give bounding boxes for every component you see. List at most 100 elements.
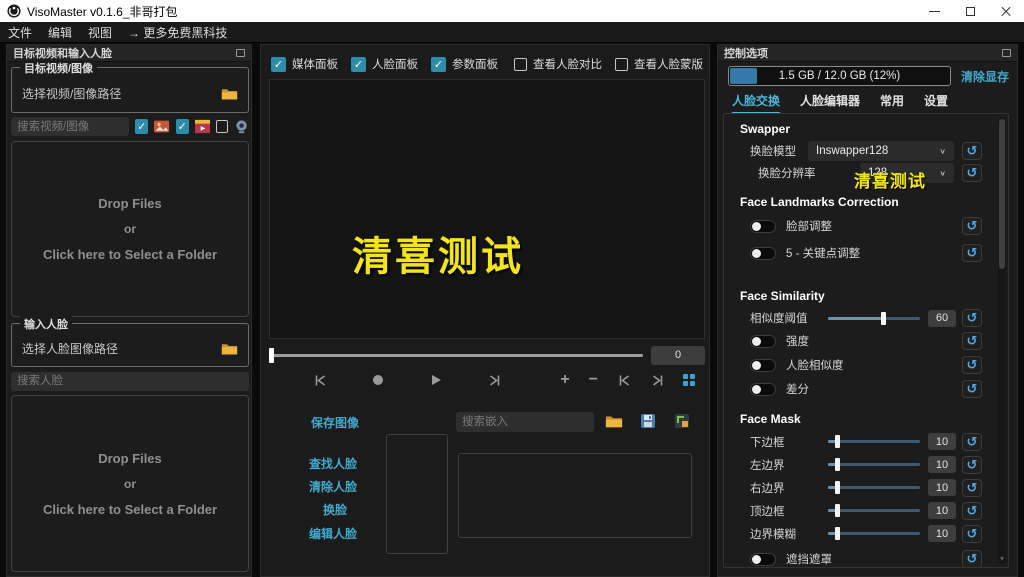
folder-icon[interactable]: [221, 86, 238, 101]
faces-panel-checkbox[interactable]: ✓ 人脸面板: [351, 56, 418, 72]
target-media-dropzone[interactable]: Drop Files or Click here to Select a Fol…: [11, 141, 249, 317]
reset-button[interactable]: ↺: [962, 142, 982, 160]
face-adjust-toggle[interactable]: [750, 220, 776, 233]
strength-toggle[interactable]: [750, 335, 776, 348]
prev-frame-button[interactable]: [617, 373, 631, 387]
swap-face-button[interactable]: 换脸: [323, 501, 347, 518]
tab-common[interactable]: 常用: [880, 92, 904, 114]
reset-button[interactable]: ↺: [962, 164, 982, 182]
face-similarity-row: 人脸相似度 ↺: [740, 354, 982, 376]
slider-handle[interactable]: [881, 312, 886, 325]
clear-vram-button[interactable]: 清除显存: [961, 68, 1009, 85]
swap-model-select[interactable]: Inswapper128 ∨: [808, 141, 954, 161]
mask-section-title: Face Mask: [740, 412, 982, 426]
images-filter-checkbox[interactable]: ✓: [135, 119, 148, 134]
reset-button[interactable]: ↺: [962, 502, 982, 520]
occlusion-mask-toggle[interactable]: [750, 553, 776, 566]
settings-scrollbar[interactable]: [998, 117, 1006, 564]
slider-handle[interactable]: [835, 481, 840, 494]
similarity-threshold-value[interactable]: 60: [928, 310, 956, 327]
mask-top-slider[interactable]: [828, 509, 920, 512]
mask-top-value[interactable]: 10: [928, 502, 956, 519]
reset-button[interactable]: ↺: [962, 332, 982, 350]
mask-left-slider[interactable]: [828, 463, 920, 466]
reset-button[interactable]: ↺: [962, 217, 982, 235]
menu-edit[interactable]: 编辑: [40, 24, 80, 41]
menu-file[interactable]: 文件: [0, 24, 40, 41]
minimize-button[interactable]: [916, 0, 952, 22]
differencing-toggle[interactable]: [750, 383, 776, 396]
next-frame-button[interactable]: [650, 373, 664, 387]
zoom-in-button[interactable]: +: [560, 373, 569, 387]
params-panel-checkbox[interactable]: ✓ 参数面板: [431, 56, 498, 72]
reset-button[interactable]: ↺: [962, 433, 982, 451]
checkbox-icon: [514, 58, 527, 71]
slider-handle[interactable]: [835, 435, 840, 448]
skip-start-button[interactable]: [313, 373, 327, 387]
videos-filter-checkbox[interactable]: ✓: [176, 119, 189, 134]
tab-face-swap[interactable]: 人脸交换: [732, 92, 780, 114]
frame-number-box[interactable]: 0: [651, 346, 705, 365]
mask-bottom-value[interactable]: 10: [928, 433, 956, 450]
swapper-section-title: Swapper: [740, 122, 982, 136]
tab-settings[interactable]: 设置: [924, 92, 948, 114]
find-faces-button[interactable]: 查找人脸: [309, 455, 357, 472]
float-panel-icon[interactable]: [236, 49, 245, 57]
reset-button[interactable]: ↺: [962, 550, 982, 568]
play-button[interactable]: [429, 373, 443, 387]
media-panel-checkbox[interactable]: ✓ 媒体面板: [271, 56, 338, 72]
mask-right-slider[interactable]: [828, 486, 920, 489]
reset-button[interactable]: ↺: [962, 456, 982, 474]
timeline-slider[interactable]: [269, 354, 643, 357]
edit-faces-button[interactable]: 编辑人脸: [309, 525, 357, 542]
skip-end-button[interactable]: [487, 373, 501, 387]
similarity-threshold-slider[interactable]: [828, 317, 920, 320]
clear-faces-button[interactable]: 清除人脸: [309, 478, 357, 495]
target-input-panel: 目标视频和输入人脸 目标视频/图像 选择视频/图像路径 ✓ ✓: [6, 44, 252, 577]
tab-face-editor[interactable]: 人脸编辑器: [800, 92, 860, 114]
reset-button[interactable]: ↺: [962, 356, 982, 374]
scrollbar-thumb[interactable]: [999, 119, 1005, 269]
webcam-filter-checkbox[interactable]: [216, 120, 228, 133]
save-embeddings-icon[interactable]: [640, 413, 656, 429]
open-embeddings-folder-icon[interactable]: [605, 413, 623, 429]
search-media-input[interactable]: [11, 117, 129, 136]
face-mask-view-checkbox[interactable]: 查看人脸蒙版: [615, 56, 703, 72]
search-faces-input[interactable]: [11, 372, 249, 391]
reset-icon: ↺: [967, 333, 978, 349]
mask-bottom-slider[interactable]: [828, 440, 920, 443]
search-embeddings-input[interactable]: [456, 412, 594, 432]
folder-icon[interactable]: [221, 341, 238, 356]
save-image-button[interactable]: 保存图像: [311, 414, 359, 431]
reset-button[interactable]: ↺: [962, 244, 982, 262]
slider-handle[interactable]: [835, 458, 840, 471]
timeline-handle[interactable]: [269, 348, 274, 363]
mask-right-value[interactable]: 10: [928, 479, 956, 496]
slider-handle[interactable]: [835, 527, 840, 540]
mask-blur-slider[interactable]: [828, 532, 920, 535]
float-panel-icon[interactable]: [1002, 49, 1011, 57]
mask-blur-value[interactable]: 10: [928, 525, 956, 542]
reset-button[interactable]: ↺: [962, 309, 982, 327]
input-faces-dropzone[interactable]: Drop Files or Click here to Select a Fol…: [11, 395, 249, 572]
title-bar: VisoMaster v0.1.6_非哥打包: [0, 0, 1024, 22]
slider-handle[interactable]: [835, 504, 840, 517]
grid-view-icon[interactable]: [683, 374, 695, 386]
reset-button[interactable]: ↺: [962, 380, 982, 398]
mask-left-value[interactable]: 10: [928, 456, 956, 473]
menu-view[interactable]: 视图: [80, 24, 120, 41]
reset-icon: ↺: [967, 526, 978, 542]
reset-button[interactable]: ↺: [962, 525, 982, 543]
keypoints-adjust-toggle[interactable]: [750, 247, 776, 260]
close-button[interactable]: [988, 0, 1024, 22]
transport-controls: + −: [269, 369, 705, 391]
maximize-button[interactable]: [952, 0, 988, 22]
chevron-down-icon: ∨: [939, 169, 946, 178]
face-similarity-toggle[interactable]: [750, 359, 776, 372]
reset-button[interactable]: ↺: [962, 479, 982, 497]
menu-more-link[interactable]: → 更多免费黑科技: [120, 24, 235, 41]
zoom-out-button[interactable]: −: [589, 373, 598, 387]
record-button[interactable]: [371, 373, 385, 387]
export-image-icon[interactable]: [674, 413, 690, 429]
face-compare-checkbox[interactable]: 查看人脸对比: [514, 56, 602, 72]
